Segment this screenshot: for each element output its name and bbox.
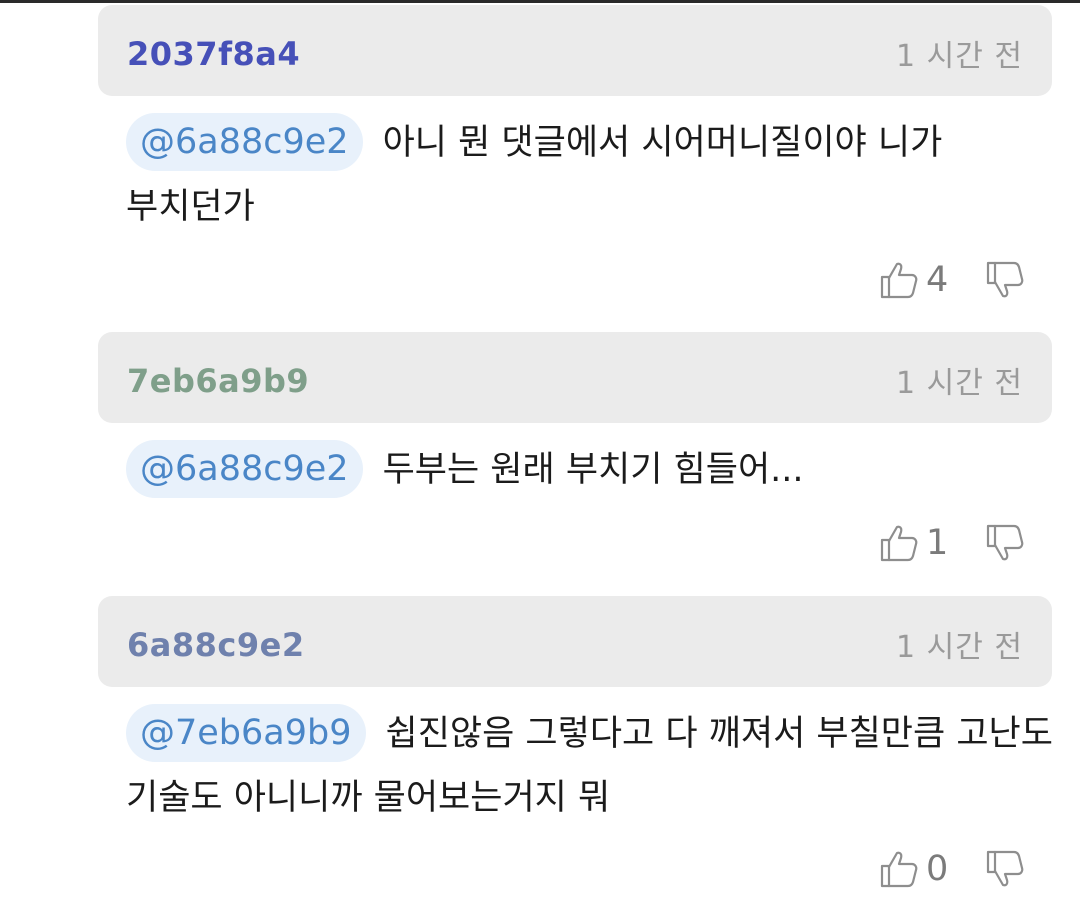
comment-author[interactable]: 2037f8a4: [127, 35, 300, 73]
thumbs-down-icon: [986, 850, 1024, 887]
comment-body: @6a88c9e2 두부는 원래 부치기 힘들어...: [126, 438, 1056, 502]
like-button[interactable]: 1: [878, 522, 952, 564]
comment-header: 6a88c9e2 1 시간 전: [98, 596, 1052, 687]
like-count: 0: [926, 849, 949, 889]
comment-header: 7eb6a9b9 1 시간 전: [98, 332, 1052, 423]
comment-actions: 4: [878, 253, 1026, 307]
dislike-button[interactable]: [984, 848, 1026, 890]
comment-timestamp: 1 시간 전: [896, 366, 1023, 401]
comment-body: @6a88c9e2 아니 뭔 댓글에서 시어머니질이야 니가 부치던가: [126, 111, 1056, 239]
thumbs-up-icon: [880, 525, 918, 562]
comment-actions: 0: [878, 842, 1026, 896]
comment-text: 두부는 원래 부치기 힘들어...: [382, 450, 804, 490]
comment-timestamp: 1 시간 전: [896, 39, 1023, 74]
comment-header: 2037f8a4 1 시간 전: [98, 5, 1052, 96]
reply-mention[interactable]: @7eb6a9b9: [126, 704, 366, 762]
thumbs-down-icon: [986, 261, 1024, 298]
comment-author[interactable]: 7eb6a9b9: [127, 362, 309, 400]
reply-mention[interactable]: @6a88c9e2: [126, 440, 363, 498]
thumbs-up-icon: [880, 851, 918, 888]
like-count: 1: [926, 523, 949, 563]
like-button[interactable]: 4: [878, 259, 952, 301]
dislike-button[interactable]: [984, 522, 1026, 564]
thumbs-up-icon: [880, 262, 918, 299]
comment-timestamp: 1 시간 전: [896, 630, 1023, 665]
like-button[interactable]: 0: [878, 848, 952, 890]
thumbs-down-icon: [986, 524, 1024, 561]
top-divider: [0, 0, 1080, 3]
reply-mention[interactable]: @6a88c9e2: [126, 113, 363, 171]
comment-author[interactable]: 6a88c9e2: [127, 626, 305, 664]
dislike-button[interactable]: [984, 259, 1026, 301]
comment-actions: 1: [878, 516, 1026, 570]
like-count: 4: [926, 260, 949, 300]
comment-body: @7eb6a9b9 쉽진않음 그렇다고 다 깨져서 부칠만큼 고난도 기술도 아니…: [126, 702, 1056, 830]
